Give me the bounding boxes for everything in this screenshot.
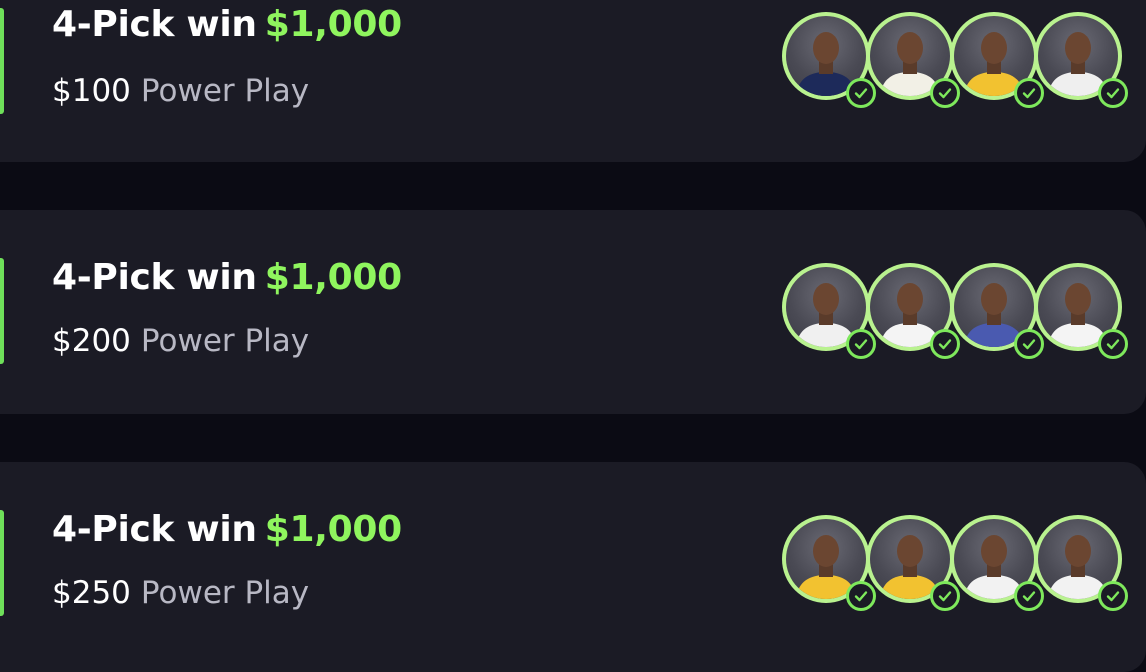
head-shape [1065,535,1091,567]
player-avatar [950,515,1044,611]
player-avatars [782,263,1128,359]
player-avatars [782,515,1128,611]
entry-title: 4-Pick win $1,000 [52,257,402,298]
check-icon [1098,78,1128,108]
entry-subtitle: $200 Power Play [52,323,309,359]
check-icon [846,78,876,108]
stake-amount: $250 [52,575,131,611]
player-avatar [866,263,960,359]
check-icon [930,581,960,611]
check-icon [1014,329,1044,359]
entry-subtitle: $100 Power Play [52,73,309,109]
player-avatar [950,12,1044,108]
entry-card[interactable]: 4-Pick win $1,000 $250 Power Play [0,462,1146,672]
player-avatar [950,263,1044,359]
title-prefix: 4-Pick win [52,257,257,298]
entry-card[interactable]: 4-Pick win $1,000 $200 Power Play [0,210,1146,414]
player-avatar [866,12,960,108]
player-avatar [782,515,876,611]
accent-bar [0,258,4,364]
head-shape [897,283,923,315]
payout-amount: $1,000 [264,257,402,298]
head-shape [813,535,839,567]
payout-amount: $1,000 [264,4,402,45]
play-type: Power Play [140,575,310,611]
entry-card[interactable]: 4-Pick win $1,000 $100 Power Play [0,0,1146,162]
stake-amount: $200 [52,323,131,359]
head-shape [897,32,923,64]
head-shape [813,32,839,64]
entry-title: 4-Pick win $1,000 [52,4,402,45]
play-type: Power Play [140,323,310,359]
accent-bar [0,510,4,616]
check-icon [846,329,876,359]
head-shape [981,32,1007,64]
entry-title: 4-Pick win $1,000 [52,509,402,550]
check-icon [1098,329,1128,359]
head-shape [897,535,923,567]
title-prefix: 4-Pick win [52,4,257,45]
player-avatars [782,12,1128,108]
payout-amount: $1,000 [264,509,402,550]
head-shape [813,283,839,315]
player-avatar [782,12,876,108]
check-icon [1014,78,1044,108]
player-avatar [782,263,876,359]
check-icon [1014,581,1044,611]
player-avatar [866,515,960,611]
player-avatar [1034,12,1128,108]
check-icon [930,329,960,359]
check-icon [846,581,876,611]
entry-subtitle: $250 Power Play [52,575,309,611]
head-shape [981,283,1007,315]
stake-amount: $100 [52,73,131,109]
head-shape [1065,283,1091,315]
play-type: Power Play [140,73,310,109]
head-shape [1065,32,1091,64]
player-avatar [1034,263,1128,359]
head-shape [981,535,1007,567]
check-icon [930,78,960,108]
title-prefix: 4-Pick win [52,509,257,550]
player-avatar [1034,515,1128,611]
check-icon [1098,581,1128,611]
accent-bar [0,8,4,114]
